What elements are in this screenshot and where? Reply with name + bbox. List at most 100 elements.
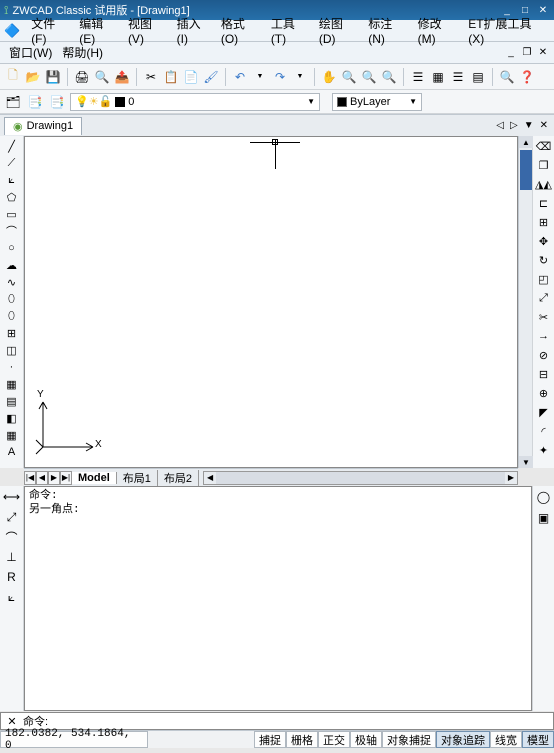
undo-icon[interactable]: ↶ [231,68,249,86]
prev-tab-icon[interactable]: ◀ [36,471,48,485]
scroll-thumb[interactable] [520,150,532,190]
zoom-window-icon[interactable]: 🔍 [360,68,378,86]
point-icon[interactable]: · [4,359,20,375]
properties-icon[interactable]: ☰ [409,68,427,86]
ellipse-arc-icon[interactable]: ⬯ [4,308,20,324]
tab-prev-icon[interactable]: ◁ [494,120,506,131]
menu-et[interactable]: ET扩展工具(X) [463,13,550,48]
open-icon[interactable]: 📂 [24,68,42,86]
hatch-icon[interactable]: ▦ [4,376,20,392]
polar-toggle[interactable]: 极轴 [350,731,382,748]
mirror-icon[interactable]: ◮◭ [536,176,552,192]
vertical-scrollbar[interactable]: ▲ ▼ [518,136,532,468]
insert-block-icon[interactable]: ⊞ [4,325,20,341]
move-icon[interactable]: ✥ [536,233,552,249]
document-tab[interactable]: ◉ Drawing1 [4,117,82,135]
scroll-up-icon[interactable]: ▲ [519,136,533,148]
linetype-dropdown[interactable]: ByLayer ▼ [332,93,422,111]
grid-toggle[interactable]: 栅格 [286,731,318,748]
tool-palettes-icon[interactable]: ☰ [449,68,467,86]
layer-previous-icon[interactable]: 📑 [48,93,66,111]
copy-icon[interactable]: 📋 [162,68,180,86]
model-toggle[interactable]: 模型 [522,731,554,748]
pan-icon[interactable]: ✋ [320,68,338,86]
polygon-icon[interactable]: ⬠ [4,189,20,205]
mtext-icon[interactable]: A [4,444,20,460]
zoom-realtime-icon[interactable]: 🔍 [340,68,358,86]
aligned-dim-icon[interactable]: ⤢ [3,508,21,526]
extend-icon[interactable]: → [536,328,552,344]
tab-next-icon[interactable]: ▷ [508,120,520,131]
wipeout-icon[interactable]: ◯ [535,488,553,506]
first-tab-icon[interactable]: |◀ [24,471,36,485]
command-input[interactable] [48,715,549,727]
fillet-icon[interactable]: ◜ [536,423,552,439]
menu-draw[interactable]: 绘图(D) [314,13,363,48]
redo-dropdown-icon[interactable]: ▼ [291,68,309,86]
layer-dropdown[interactable]: 💡 ☀ 🔓 0 ▼ [70,93,320,111]
menu-help[interactable]: 帮助(H) [57,42,108,63]
erase-icon[interactable]: ⌫ [536,138,552,154]
menu-format[interactable]: 格式(O) [216,13,266,48]
mdi-close-button[interactable]: ✕ [536,46,550,60]
tab-dropdown-icon[interactable]: ▼ [522,120,536,131]
layer-manager-icon[interactable]: 🗂 [4,93,22,111]
rotate-icon[interactable]: ↻ [536,252,552,268]
close-cmdline-icon[interactable]: ✕ [5,715,19,728]
help-icon[interactable]: ❓ [518,68,536,86]
ellipse-icon[interactable]: ⬯ [4,291,20,307]
snap-toggle[interactable]: 捕捉 [254,731,286,748]
zoom-previous-icon[interactable]: 🔍 [380,68,398,86]
arc-icon[interactable]: ⌒ [4,223,20,239]
layout1-tab[interactable]: 布局1 [117,470,158,486]
make-block-icon[interactable]: ◫ [4,342,20,358]
arc-length-icon[interactable]: ⌒ [3,528,21,546]
print-icon[interactable]: 🖨 [73,68,91,86]
spline-icon[interactable]: ∿ [4,274,20,290]
ortho-toggle[interactable]: 正交 [318,731,350,748]
undo-dropdown-icon[interactable]: ▼ [251,68,269,86]
coordinates[interactable]: 182.0382, 534.1864, 0 [0,731,148,748]
mdi-restore-button[interactable]: ❐ [520,46,534,60]
mdi-minimize-button[interactable]: _ [504,46,518,60]
break-icon[interactable]: ⊟ [536,366,552,382]
construction-line-icon[interactable]: ⟋ [4,155,20,171]
draworder-icon[interactable]: ▣ [535,509,553,527]
design-center-icon[interactable]: ▦ [429,68,447,86]
layout2-tab[interactable]: 布局2 [158,470,199,486]
calculator-icon[interactable]: ▤ [469,68,487,86]
save-icon[interactable]: 💾 [44,68,62,86]
join-icon[interactable]: ⊕ [536,385,552,401]
tab-close-icon[interactable]: ✕ [538,120,550,131]
osnap-toggle[interactable]: 对象捕捉 [382,731,436,748]
table-icon[interactable]: ▦ [4,427,20,443]
stretch-icon[interactable]: ⤢ [536,290,552,306]
circle-icon[interactable]: ○ [4,240,20,256]
menu-view[interactable]: 视图(V) [123,13,172,48]
print-preview-icon[interactable]: 🔍 [93,68,111,86]
trim-icon[interactable]: ✂ [536,309,552,325]
command-history[interactable]: 命令: 另一角点: [24,486,532,711]
rectangle-icon[interactable]: ▭ [4,206,20,222]
offset-icon[interactable]: ⊏ [536,195,552,211]
redo-icon[interactable]: ↷ [271,68,289,86]
break-at-point-icon[interactable]: ⊘ [536,347,552,363]
radius-icon[interactable]: R [3,568,21,586]
model-tab[interactable]: Model [72,472,117,484]
publish-icon[interactable]: 📤 [113,68,131,86]
menu-dimension[interactable]: 标注(N) [363,13,412,48]
lineweight-toggle[interactable]: 线宽 [490,731,522,748]
menu-window[interactable]: 窗口(W) [4,42,57,63]
revision-cloud-icon[interactable]: ☁ [4,257,20,273]
polyline-icon[interactable]: ⟀ [4,172,20,188]
region-icon[interactable]: ◧ [4,410,20,426]
copy-object-icon[interactable]: ❐ [536,157,552,173]
array-icon[interactable]: ⊞ [536,214,552,230]
new-icon[interactable]: 🗋 [4,68,22,86]
horizontal-scrollbar[interactable]: ◀ ▶ [203,471,518,485]
next-tab-icon[interactable]: ▶ [48,471,60,485]
chamfer-icon[interactable]: ◤ [536,404,552,420]
find-icon[interactable]: 🔍 [498,68,516,86]
drawing-canvas[interactable]: Y X [24,136,518,468]
scale-icon[interactable]: ◰ [536,271,552,287]
